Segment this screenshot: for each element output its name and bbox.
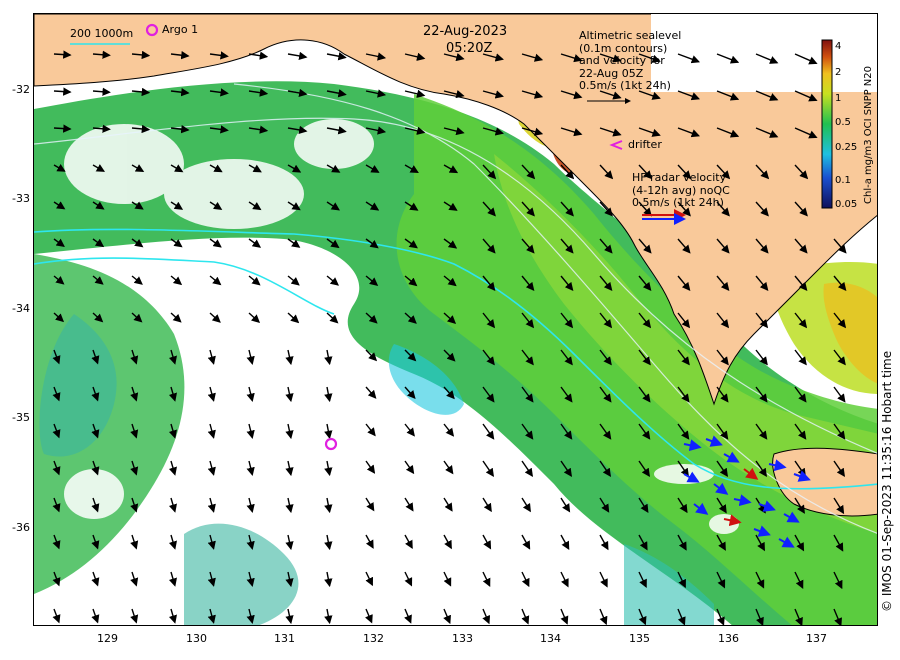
colorbar-tick: 2 xyxy=(835,67,842,78)
lat-tick: -32 xyxy=(12,83,30,96)
colorbar xyxy=(821,39,833,209)
lon-tick: 134 xyxy=(540,632,561,645)
altimetry-legend-text: Altimetric sealevel (0.1m contours) and … xyxy=(579,29,682,92)
map-panel[interactable]: 200 1000m Argo 1 22-Aug-2023 05:20Z Alti… xyxy=(33,13,878,626)
drifter-label: drifter xyxy=(628,138,662,151)
credit-text: © IMOS 01-Sep-2023 11:35:16 Hobart time xyxy=(880,350,894,612)
map-canvas xyxy=(34,14,877,625)
isobaths-label: 200 1000m xyxy=(70,27,134,40)
map-time: 05:20Z xyxy=(446,41,493,56)
colorbar-tick: 1 xyxy=(835,93,842,104)
colorbar-tick: 4 xyxy=(835,41,842,52)
legend-box xyxy=(651,14,877,92)
lon-tick: 136 xyxy=(718,632,739,645)
lon-tick: 133 xyxy=(452,632,473,645)
argo-label: Argo 1 xyxy=(162,23,199,36)
hf-legend-text: HF radar velocity (4-12h avg) noQC 0.5m/… xyxy=(632,171,730,209)
lon-tick: 137 xyxy=(806,632,827,645)
colorbar-tick: 0.05 xyxy=(835,199,858,210)
lat-tick: -35 xyxy=(12,411,30,424)
map-date: 22-Aug-2023 xyxy=(423,24,508,39)
lat-tick: -34 xyxy=(12,302,30,315)
colorbar-tick: 0.25 xyxy=(835,142,858,153)
lon-tick: 131 xyxy=(274,632,295,645)
lon-tick: 130 xyxy=(186,632,207,645)
lon-tick: 132 xyxy=(363,632,384,645)
colorbar-tick: 0.5 xyxy=(835,117,851,128)
colorbar-title: Chl-a mg/m3 OCI SNPP N20 xyxy=(863,65,874,204)
velocity-arrow xyxy=(53,124,72,133)
lon-tick: 129 xyxy=(97,632,118,645)
lon-tick: 135 xyxy=(629,632,650,645)
lat-tick: -36 xyxy=(12,521,30,534)
colorbar-tick: 0.1 xyxy=(835,175,851,186)
lat-tick: -33 xyxy=(12,192,30,205)
velocity-arrow xyxy=(53,87,72,96)
velocity-arrow xyxy=(53,50,72,59)
